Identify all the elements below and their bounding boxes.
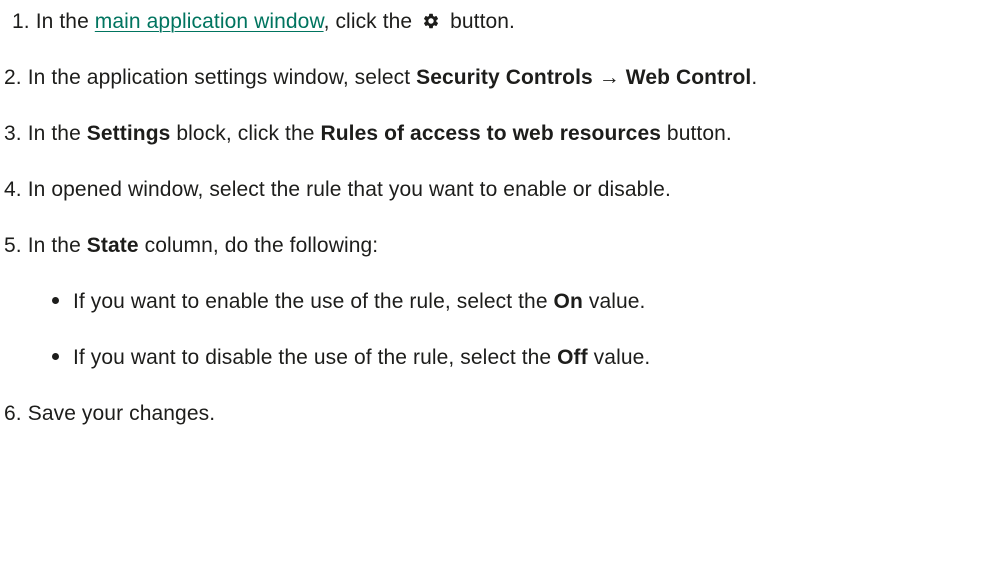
step-number: 2.: [4, 66, 22, 89]
step-number: 1.: [12, 10, 30, 33]
bullet-bold-text: Off: [557, 346, 588, 369]
step-text: block, click the: [170, 122, 321, 145]
step-text: In the: [27, 234, 87, 257]
step-bold-text: State: [86, 234, 139, 257]
step-bold-text: Rules of access to web resources: [320, 122, 661, 145]
bullet-text: value.: [582, 290, 646, 313]
step-text: Save your changes.: [27, 402, 216, 425]
step-text: In the application settings window, sele…: [27, 66, 417, 89]
step-text: button.: [661, 122, 732, 145]
step-text: column, do the following:: [138, 234, 379, 257]
bullet-text: If you want to disable the use of the ru…: [73, 346, 558, 369]
step-4: 4. In opened window, select the rule that…: [4, 177, 671, 203]
bullet-bold-text: On: [553, 290, 583, 313]
bullet-item-enable: If you want to enable the use of the rul…: [52, 289, 646, 315]
step-text: In opened window, select the rule that y…: [27, 178, 671, 201]
bullet-icon: [52, 296, 59, 304]
instruction-list: 1. In the main application window, click …: [0, 0, 982, 562]
bullet-item-disable: If you want to disable the use of the ru…: [52, 345, 650, 371]
bullet-text: value.: [587, 346, 651, 369]
bullet-text: If you want to enable the use of the rul…: [73, 290, 554, 313]
step-text: button.: [444, 10, 515, 33]
step-number: 5.: [4, 234, 22, 257]
step-bold-text: Settings: [86, 122, 171, 145]
step-text: , click the: [323, 10, 419, 33]
gear-icon: [422, 11, 440, 29]
step-number: 6.: [4, 402, 22, 425]
step-text: .: [751, 66, 758, 89]
step-bold-text: Security Controls → Web Control: [416, 66, 752, 89]
step-3: 3. In the Settings block, click the Rules…: [4, 121, 732, 147]
step-1: 1. In the main application window, click …: [12, 9, 515, 35]
step-6: 6. Save your changes.: [4, 401, 215, 427]
step-5: 5. In the State column, do the following:: [4, 233, 378, 259]
step-2: 2. In the application settings window, se…: [4, 65, 757, 91]
step-number: 3.: [4, 122, 22, 145]
step-text: In the: [27, 122, 87, 145]
step-number: 4.: [4, 178, 22, 201]
main-application-window-link[interactable]: main application window: [95, 10, 324, 33]
bullet-icon: [52, 352, 59, 360]
step-text: In the: [35, 10, 95, 33]
